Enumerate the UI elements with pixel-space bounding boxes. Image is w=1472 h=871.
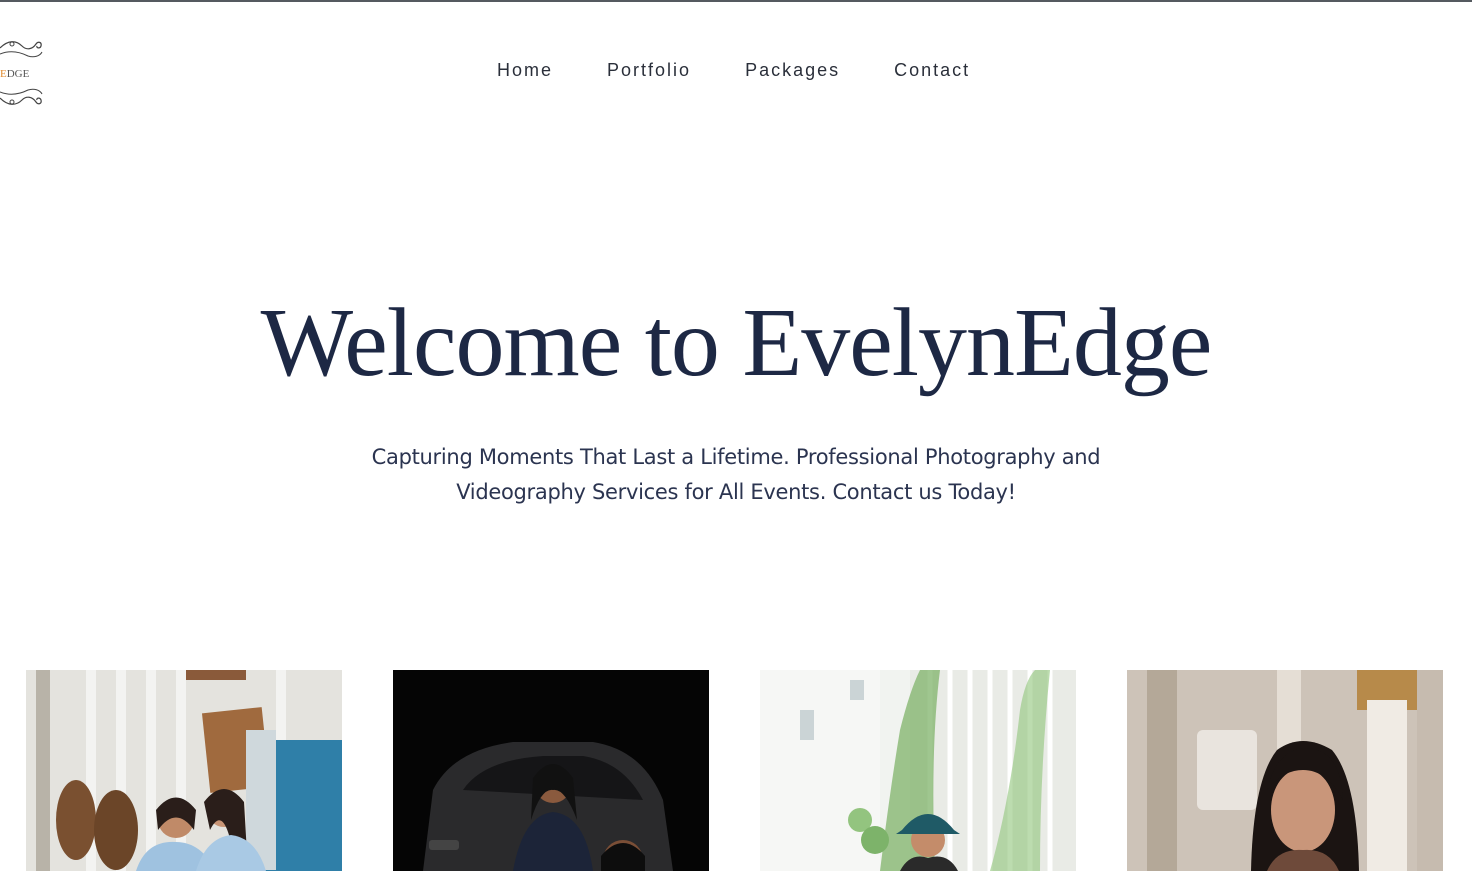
hero-title: Welcome to EvelynEdge — [260, 289, 1213, 397]
photo-two-women-icon — [26, 670, 342, 871]
nav-portfolio[interactable]: Portfolio — [607, 60, 691, 81]
brand-logo[interactable]: EDGE — [0, 34, 46, 116]
logo-letters: DGE — [6, 68, 30, 80]
photo-woman-car-icon — [393, 670, 709, 871]
site-header: EDGE Home Portfolio Packages Contact — [0, 2, 1472, 142]
logo-letter-accent: E — [0, 68, 7, 80]
main-nav: Home Portfolio Packages Contact — [497, 60, 970, 81]
logo-wordmark: EDGE — [0, 68, 36, 80]
nav-contact[interactable]: Contact — [894, 60, 970, 81]
hero-subtitle-line1: Capturing Moments That Last a Lifetime. … — [371, 445, 1101, 469]
photo-woman-portrait-icon — [1127, 670, 1443, 871]
nav-packages[interactable]: Packages — [745, 60, 840, 81]
hero-subtitle-line2: Videography Services for All Events. Con… — [456, 480, 1016, 504]
gallery-photo-4[interactable] — [1127, 670, 1443, 871]
portfolio-gallery — [0, 670, 1472, 871]
gallery-photo-3[interactable] — [760, 670, 1076, 871]
nav-home[interactable]: Home — [497, 60, 553, 81]
photo-woman-bucket-hat-icon — [760, 670, 1076, 871]
hero-subtitle: Capturing Moments That Last a Lifetime. … — [336, 440, 1136, 510]
gallery-photo-2[interactable] — [393, 670, 709, 871]
gallery-photo-1[interactable] — [26, 670, 342, 871]
